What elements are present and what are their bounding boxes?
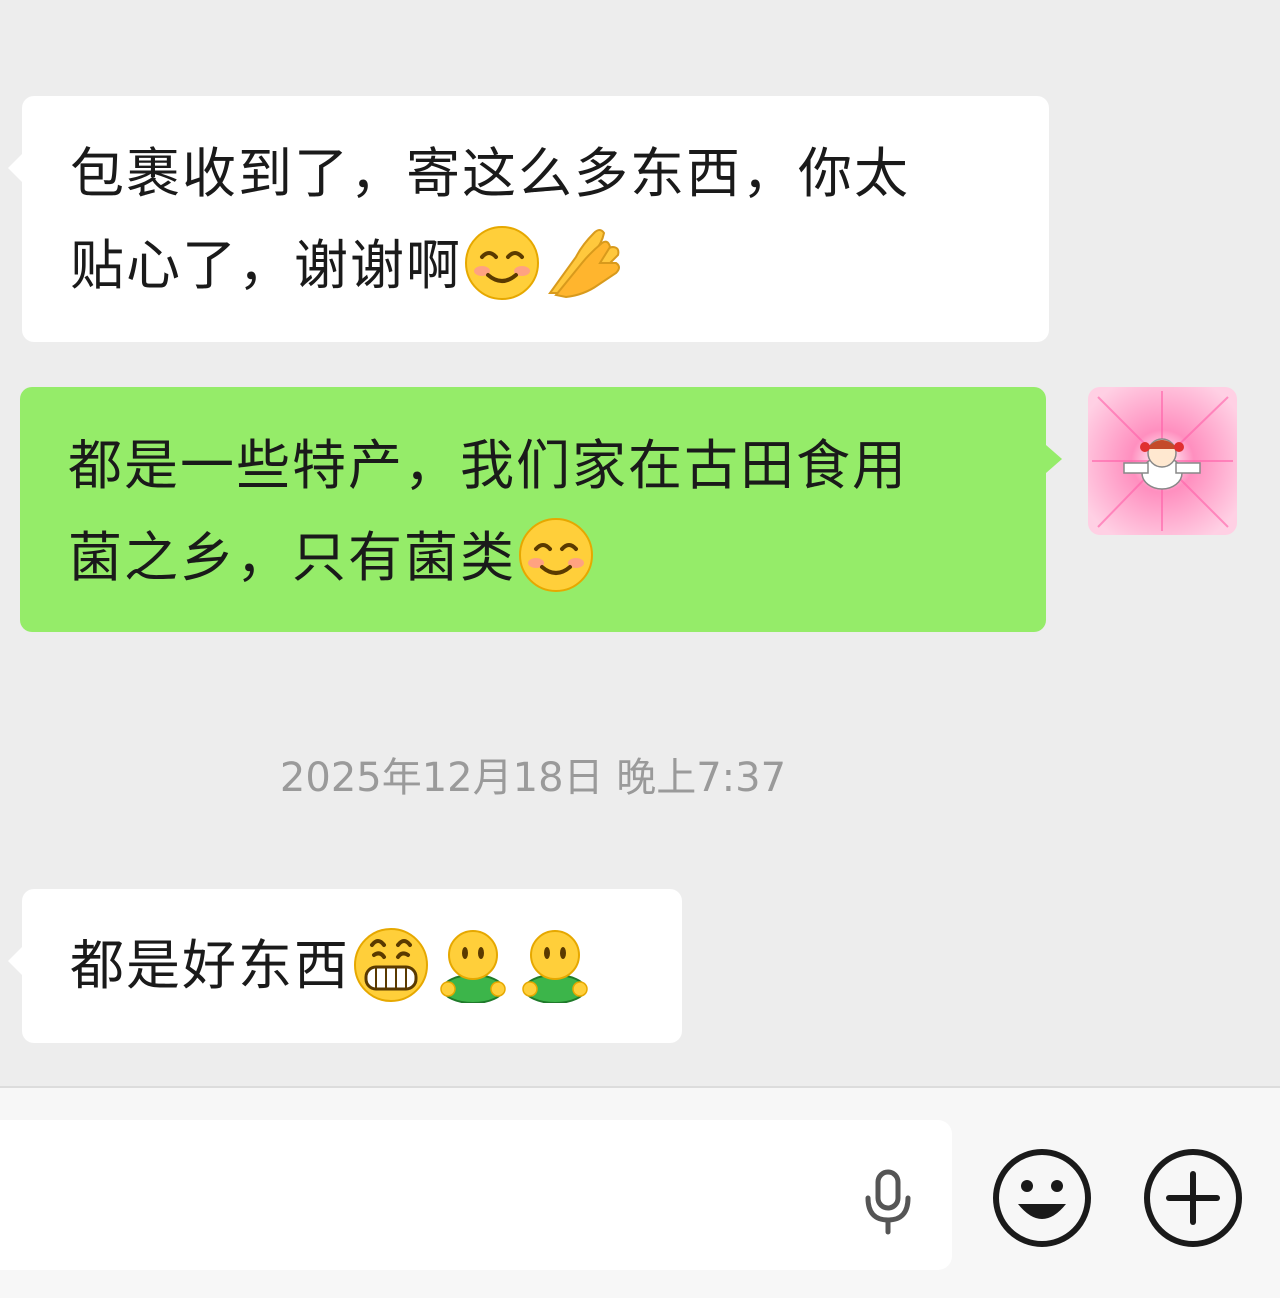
grin-emoji (350, 923, 432, 1003)
chat-input-bar (0, 1086, 1280, 1298)
message-text: 菌之乡，只有菌类 (68, 526, 516, 589)
message-text: 包裹收到了，寄这么多东西，你太 (70, 142, 910, 205)
message-text-line: 都是好东西 (70, 920, 682, 1012)
incoming-message-bubble[interactable]: 都是好东西 (8, 889, 682, 1043)
chat-message-list[interactable]: 包裹收到了，寄这么多东西，你太 贴心了，谢谢啊 都是一些特产，我们家在古田食用 (0, 0, 1280, 1086)
smiling-blush-emoji (516, 515, 596, 595)
message-text: 都是好东西 (70, 934, 350, 997)
message-text: 都是一些特产，我们家在古田食用 (68, 434, 908, 497)
hand-clap-emoji (542, 223, 626, 303)
smiling-blush-emoji (462, 223, 542, 303)
bubble-tail (1046, 445, 1062, 473)
incoming-message-bubble[interactable]: 包裹收到了，寄这么多东西，你太 贴心了，谢谢啊 (8, 96, 1049, 342)
green-person-emoji (514, 923, 596, 1004)
bubble-tail (8, 154, 22, 182)
message-text: 贴心了，谢谢啊 (70, 234, 462, 297)
avatar[interactable] (1088, 387, 1237, 535)
message-timestamp: 2025年12月18日 晚上7:37 (279, 755, 787, 801)
plus-icon[interactable] (1143, 1148, 1243, 1248)
green-person-emoji (432, 923, 514, 1004)
outgoing-message-bubble[interactable]: 都是一些特产，我们家在古田食用 菌之乡，只有菌类 (20, 387, 1062, 632)
message-text-line: 菌之乡，只有菌类 (68, 512, 1046, 604)
bubble-tail (8, 947, 22, 975)
message-text-line: 贴心了，谢谢啊 (70, 220, 1049, 312)
microphone-icon[interactable] (852, 1164, 924, 1236)
message-input[interactable] (0, 1120, 952, 1270)
smiley-face-icon[interactable] (992, 1148, 1092, 1248)
